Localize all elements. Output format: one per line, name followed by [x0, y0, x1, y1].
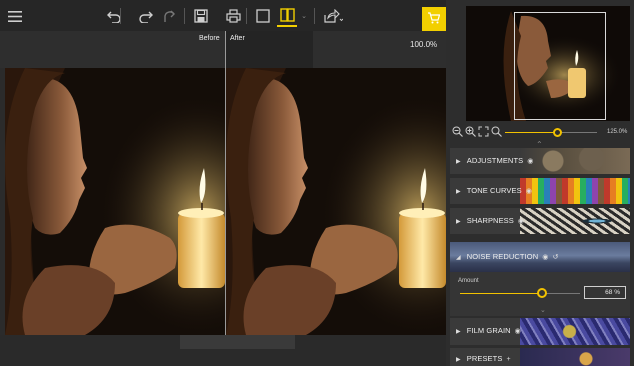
before-photo: [5, 68, 225, 335]
print-icon[interactable]: [224, 7, 242, 25]
visibility-icon[interactable]: ◉: [526, 188, 532, 195]
section-title: SHARPNESS: [466, 216, 514, 225]
amount-slider-fill: [460, 293, 542, 294]
visibility-icon[interactable]: ◉: [515, 328, 521, 335]
navigator-viewport[interactable]: [514, 12, 606, 120]
amount-label: Amount: [458, 278, 479, 284]
amount-input[interactable]: 68 %: [584, 286, 626, 299]
save-icon[interactable]: [192, 7, 210, 25]
zoom-controls: 125.0%: [450, 124, 632, 140]
section-title: ADJUSTMENTS: [466, 156, 524, 165]
noise-reduction-controls: Amount 68 % ⌄: [450, 272, 630, 316]
cart-icon: [428, 12, 441, 26]
visibility-icon[interactable]: ◉: [542, 254, 548, 261]
zoom-slider-handle[interactable]: [553, 128, 563, 137]
toolbar-divider: [314, 8, 315, 24]
visibility-icon[interactable]: ◉: [527, 158, 533, 165]
navigator-thumbnail[interactable]: [466, 6, 630, 121]
before-label: Before: [199, 35, 220, 42]
collapse-section-icon[interactable]: ⌄: [540, 306, 546, 314]
actual-size-icon[interactable]: [491, 126, 502, 139]
app-window: ⌄ Before After 100.0% 125.0% ⌃ ▶ ADJUSTM…: [0, 0, 634, 366]
section-presets[interactable]: ▶ PRESETS +: [450, 348, 630, 366]
section-film-grain[interactable]: ▶ FILM GRAIN ◉: [450, 318, 630, 345]
horizontal-scrollbar[interactable]: [180, 335, 295, 349]
add-preset-icon[interactable]: +: [506, 356, 510, 363]
compare-header: [0, 31, 446, 68]
reset-icon[interactable]: ↺: [552, 254, 558, 261]
view-dropdown-icon[interactable]: ⌄: [299, 7, 309, 25]
redo-icon[interactable]: [137, 7, 155, 25]
adjustments-banner: [520, 148, 630, 174]
section-title: FILM GRAIN: [466, 326, 511, 335]
menu-icon[interactable]: [6, 7, 24, 25]
presets-banner: [520, 348, 630, 366]
zoom-value: 125.0%: [607, 129, 628, 135]
zoom-out-icon[interactable]: [452, 126, 463, 139]
film-grain-banner: [520, 318, 630, 345]
single-view-icon[interactable]: [254, 7, 272, 25]
section-adjustments[interactable]: ▶ ADJUSTMENTS ◉: [450, 148, 630, 174]
section-title: NOISE REDUCTION: [466, 252, 539, 261]
toolbar: ⌄: [0, 0, 446, 31]
split-view-icon[interactable]: [277, 5, 297, 27]
section-title: TONE CURVES: [466, 186, 522, 195]
toolbar-divider: [120, 8, 121, 24]
sharpness-banner: [520, 208, 630, 234]
after-photo: [226, 68, 446, 335]
section-noise-reduction[interactable]: ◢ NOISE REDUCTION ◉ ↺: [450, 242, 630, 272]
right-panel: 125.0% ⌃ ▶ ADJUSTMENTS ◉ ▶ TONE CURVES ◉ ▶ SH…: [446, 0, 634, 366]
section-title: PRESETS: [466, 354, 503, 363]
visibility-icon[interactable]: ◉: [518, 218, 524, 225]
section-tone-curves[interactable]: ▶ TONE CURVES ◉: [450, 178, 630, 204]
share-icon[interactable]: [322, 7, 344, 25]
zoom-slider-fill: [505, 132, 559, 133]
amount-slider-handle[interactable]: [536, 288, 547, 298]
tone-curves-banner: [520, 178, 630, 204]
section-sharpness[interactable]: ▶ SHARPNESS ◉: [450, 208, 630, 234]
zoom-in-icon[interactable]: [465, 126, 476, 139]
split-divider[interactable]: [225, 31, 226, 366]
toolbar-divider: [246, 8, 247, 24]
toolbar-divider: [184, 8, 185, 24]
fit-to-window-icon[interactable]: [478, 126, 489, 139]
zoom-percentage: 100.0%: [410, 40, 438, 49]
after-label: After: [230, 35, 245, 42]
canvas-footer: [0, 335, 446, 366]
redo-disabled-icon[interactable]: [160, 7, 178, 25]
cart-button[interactable]: [422, 7, 446, 31]
